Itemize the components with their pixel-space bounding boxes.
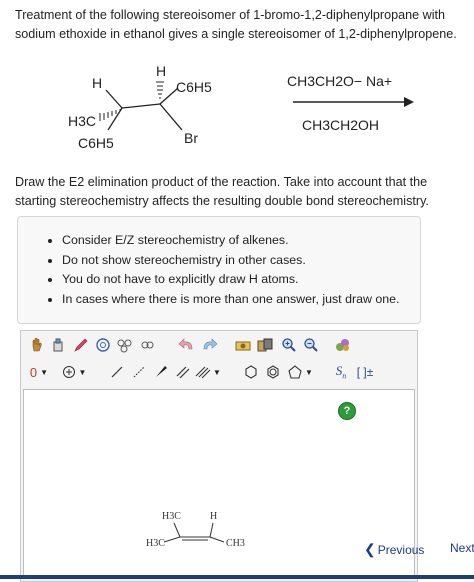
reactant-ph-top: C6H5 xyxy=(176,79,212,95)
bottom-bar xyxy=(0,575,474,579)
chevron-down-icon: ▼ xyxy=(305,367,313,377)
hexagon-icon[interactable] xyxy=(241,362,261,382)
triple-bond-icon[interactable]: ▼ xyxy=(193,362,223,382)
chevron-left-icon: ❮ xyxy=(364,541,376,557)
reactant-ch3: H3C xyxy=(68,113,96,129)
reactant-ph-bottom: C6H5 xyxy=(78,135,114,151)
canvas-ch3-right: CH3 xyxy=(226,538,245,549)
reactant-br: Br xyxy=(184,130,198,146)
clean-icon[interactable] xyxy=(233,335,253,355)
reaction-arrowhead xyxy=(404,97,414,107)
hint-list: Consider E/Z stereochemistry of alkenes.… xyxy=(18,231,420,309)
hand-icon[interactable] xyxy=(27,335,47,355)
drawn-structure: H3C H H3C CH3 xyxy=(146,511,245,549)
drawing-canvas[interactable]: ? H3C H H3C CH3 xyxy=(23,389,415,579)
ring-template-icon[interactable] xyxy=(93,335,113,355)
instruction-text: Draw the E2 elimination product of the r… xyxy=(15,175,429,208)
reactant-h-left: H xyxy=(92,75,102,91)
zoom-in-icon[interactable] xyxy=(279,335,299,355)
color-icon[interactable] xyxy=(333,335,353,355)
pencil-icon[interactable] xyxy=(71,335,91,355)
chain-alt-icon[interactable] xyxy=(137,335,157,355)
wedge-bond-icon[interactable] xyxy=(151,362,171,382)
hint-item: You do not have to explicitly draw H ato… xyxy=(62,270,420,290)
hint-box: Consider E/Z stereochemistry of alkenes.… xyxy=(17,216,421,324)
reagent-below: CH3CH2OH xyxy=(302,117,379,133)
reaction-scheme: H H C6H5 H3C Br C6H5 CH3CH2O− Na+ CH3CH2… xyxy=(68,63,414,151)
hash-bond-h-top xyxy=(156,81,164,99)
bond-c2-br xyxy=(159,103,183,131)
bond-right xyxy=(209,536,225,543)
previous-label: Previous xyxy=(377,542,425,557)
molecule-editor: 0 ▼ ▼ ▼ ▼ Sn [ ]± ? H3C H H3C CH3 xyxy=(20,330,418,582)
next-button[interactable]: Next xyxy=(450,541,474,555)
pentagon-icon[interactable]: ▼ xyxy=(285,362,315,382)
canvas-h-top: H xyxy=(210,511,217,522)
chevron-down-icon: ▼ xyxy=(213,367,221,377)
bond-c1-c2 xyxy=(121,103,161,109)
double-bond-icon[interactable] xyxy=(173,362,193,382)
undo-icon[interactable] xyxy=(177,335,197,355)
dash-bond-icon[interactable] xyxy=(129,362,149,382)
redo-icon[interactable] xyxy=(199,335,219,355)
bond-left-h xyxy=(105,89,123,109)
chevron-down-icon: ▼ xyxy=(40,367,49,377)
zoom-out-icon[interactable] xyxy=(301,335,321,355)
charge-label: 0 xyxy=(29,364,38,380)
bond-top-right xyxy=(209,522,214,538)
charge-selector[interactable]: 0 ▼ xyxy=(25,362,53,382)
reactant-h-top: H xyxy=(156,63,166,79)
question-intro: Treatment of the following stereoisomer … xyxy=(15,8,457,41)
single-bond-icon[interactable] xyxy=(107,362,127,382)
eraser-icon[interactable] xyxy=(49,335,69,355)
hint-item: Consider E/Z stereochemistry of alkenes. xyxy=(62,231,420,251)
chain-template-icon[interactable] xyxy=(115,335,135,355)
hint-item: Do not show stereochemistry in other cas… xyxy=(62,251,420,271)
benzene-icon[interactable] xyxy=(263,362,283,382)
sn-icon[interactable]: Sn xyxy=(331,362,351,382)
canvas-h3c-top: H3C xyxy=(162,511,181,522)
atom-plus-icon[interactable]: ▼ xyxy=(59,362,89,382)
chevron-down-icon: ▼ xyxy=(78,367,87,377)
hint-item: In cases where there is more than one an… xyxy=(62,290,420,310)
copy-icon[interactable] xyxy=(255,335,275,355)
previous-button[interactable]: ❮ Previous xyxy=(364,541,424,558)
canvas-h3c-left: H3C xyxy=(146,538,165,549)
bond-left xyxy=(163,536,181,543)
bond-c1-ph xyxy=(107,107,123,131)
reagent-above: CH3CH2O− Na+ xyxy=(287,73,392,89)
bracket-icon[interactable]: [ ]± xyxy=(355,362,375,382)
bond-top-left xyxy=(173,522,181,538)
